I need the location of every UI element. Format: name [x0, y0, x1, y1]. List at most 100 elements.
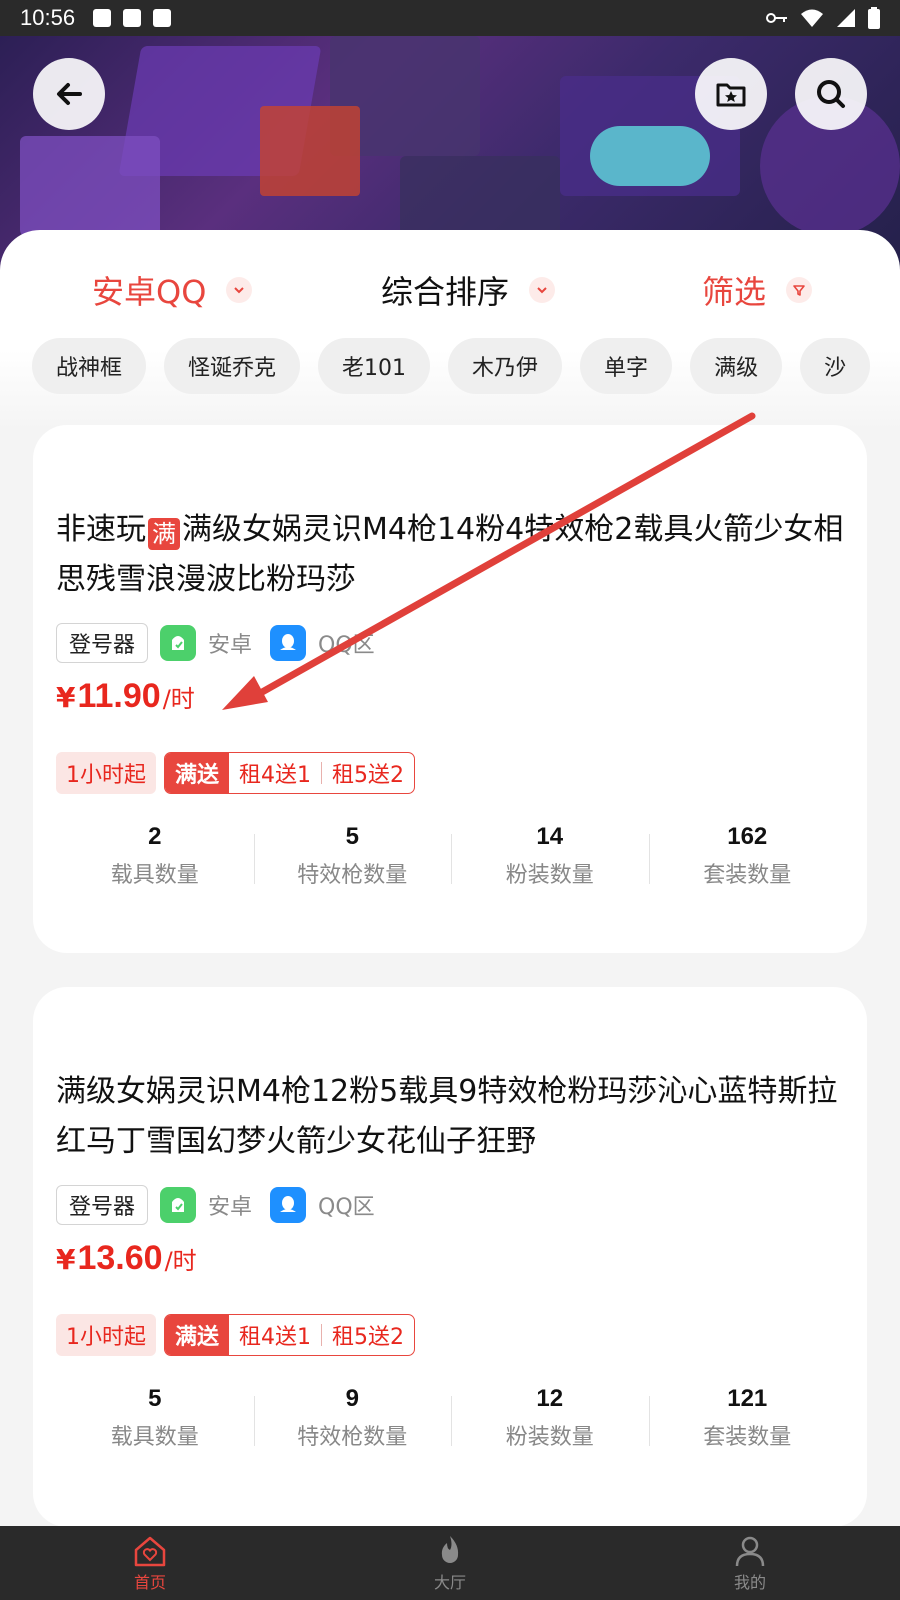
region-text: QQ区 — [318, 1195, 375, 1220]
deal-badge: 满送 租4送1 租5送2 — [164, 752, 416, 794]
stat-label: 套装数量 — [703, 863, 792, 888]
status-bar: 10:56 — [0, 0, 900, 36]
tag-chip[interactable]: 满级 — [690, 338, 783, 394]
nav-profile[interactable]: 我的 — [600, 1526, 900, 1600]
stat-value: 9 — [345, 1385, 359, 1412]
platform-text: 安卓 — [208, 1195, 253, 1220]
stat-value: 14 — [536, 823, 564, 850]
stat-value: 121 — [727, 1385, 768, 1412]
nav-label: 我的 — [733, 1573, 766, 1592]
sort-dropdown[interactable]: 综合排序 — [381, 260, 556, 320]
star-folder-icon — [716, 83, 746, 107]
price-unit: /时 — [162, 685, 195, 713]
listing-title: 非速玩满满级女娲灵识M4枪14粉4特效枪2载具火箭少女相思残雪浪漫波比粉玛莎 — [56, 505, 846, 605]
battery-icon — [868, 7, 880, 29]
sort-label: 综合排序 — [381, 273, 510, 311]
status-notification-icons — [93, 9, 172, 27]
chevron-down-icon — [226, 277, 253, 303]
qq-icon — [270, 1187, 307, 1223]
flame-icon — [441, 1536, 459, 1563]
status-system-icons — [766, 7, 880, 29]
stat-pink-outfits: 14 粉装数量 — [451, 820, 649, 900]
listing-meta: 登号器 安卓 QQ区 — [56, 623, 381, 663]
title-prefix: 非速玩 — [56, 512, 146, 547]
bottom-nav: 首页 大厅 我的 — [0, 1526, 900, 1600]
platform-text: 安卓 — [208, 633, 253, 658]
listing-meta: 登号器 安卓 QQ区 — [56, 1185, 381, 1225]
promo-row: 1小时起 满送 租4送1 租5送2 — [56, 752, 416, 794]
listing-title: 满级女娲灵识M4枪12粉5载具9特效枪粉玛莎沁心蓝特斯拉红马丁雪国幻梦火箭少女花… — [56, 1067, 846, 1167]
price-value: 13.60 — [77, 1239, 163, 1277]
stat-label: 粉装数量 — [505, 863, 594, 888]
stat-label: 特效枪数量 — [297, 863, 408, 888]
tag-chip[interactable]: 木乃伊 — [448, 338, 563, 394]
stat-label: 特效枪数量 — [297, 1425, 408, 1450]
wifi-icon — [801, 9, 823, 27]
tag-chip[interactable]: 怪诞乔克 — [164, 338, 301, 394]
tag-chip[interactable]: 单字 — [580, 338, 673, 394]
stat-label: 套装数量 — [703, 1425, 792, 1450]
chevron-down-icon — [529, 277, 556, 303]
stat-value: 2 — [148, 823, 162, 850]
nav-hall[interactable]: 大厅 — [300, 1526, 600, 1600]
deal-badge: 满送 租4送1 租5送2 — [164, 1314, 416, 1356]
price-currency: ¥ — [56, 681, 76, 714]
listing-card[interactable]: 非速玩满满级女娲灵识M4枪14粉4特效枪2载具火箭少女相思残雪浪漫波比粉玛莎 登… — [33, 425, 867, 953]
min-rental-badge: 1小时起 — [56, 752, 156, 794]
user-icon — [735, 1536, 765, 1567]
price: ¥ 13.60 /时 — [56, 1239, 197, 1285]
platform-dropdown[interactable]: 安卓QQ — [92, 260, 253, 320]
listing-card[interactable]: 满级女娲灵识M4枪12粉5载具9特效枪粉玛莎沁心蓝特斯拉红马丁雪国幻梦火箭少女花… — [33, 987, 867, 1526]
stats-row: 5 载具数量 9 特效枪数量 12 粉装数量 121 套装数量 — [56, 1382, 846, 1462]
stat-label: 载具数量 — [110, 1425, 199, 1450]
android-icon — [160, 1187, 197, 1223]
price-value: 11.90 — [77, 677, 161, 715]
android-icon — [160, 625, 197, 661]
filter-button[interactable]: 筛选 — [702, 260, 813, 320]
tag-chip[interactable]: 战神框 — [32, 338, 147, 394]
title-text: 满级女娲灵识M4枪12粉5载具9特效枪粉玛莎沁心蓝特斯拉红马丁雪国幻梦火箭少女花… — [56, 1074, 838, 1159]
nav-home[interactable]: 首页 — [0, 1526, 300, 1600]
filter-label: 筛选 — [702, 273, 767, 311]
stats-row: 2 载具数量 5 特效枪数量 14 粉装数量 162 套装数量 — [56, 820, 846, 900]
favorites-button[interactable] — [695, 58, 767, 130]
price-currency: ¥ — [56, 1243, 76, 1276]
login-tool-tag: 登号器 — [56, 623, 149, 663]
nav-label: 大厅 — [433, 1573, 466, 1592]
platform-label: 安卓QQ — [92, 273, 207, 311]
shield-notification-icon — [123, 9, 142, 27]
deal-option: 租4送1 — [239, 763, 312, 788]
sort-bar: 安卓QQ 综合排序 筛选 — [0, 260, 900, 320]
full-level-badge: 满 — [148, 518, 180, 550]
deal-option: 租5送2 — [332, 1325, 405, 1350]
text-notification-icon — [153, 9, 172, 27]
stat-label: 载具数量 — [110, 863, 199, 888]
stat-value: 5 — [148, 1385, 162, 1412]
search-button[interactable] — [795, 58, 867, 130]
home-icon — [134, 1536, 166, 1567]
stat-label: 粉装数量 — [505, 1425, 594, 1450]
qq-icon — [270, 625, 307, 661]
tag-list: 战神框 怪诞乔克 老101 木乃伊 单字 满级 沙 — [32, 338, 900, 394]
key-icon — [766, 13, 787, 23]
stat-value: 5 — [345, 823, 359, 850]
stat-suits: 121 套装数量 — [648, 1382, 847, 1462]
back-button[interactable] — [33, 58, 105, 130]
main-content: 安卓QQ 综合排序 筛选 战神框 怪诞乔克 老101 木乃伊 单字 满级 沙 非… — [0, 230, 900, 1526]
tag-chip[interactable]: 老101 — [318, 338, 431, 394]
stat-vehicles: 2 载具数量 — [56, 820, 254, 900]
arrow-left-icon — [57, 83, 82, 105]
search-icon — [817, 80, 845, 108]
stat-effect-guns: 9 特效枪数量 — [253, 1382, 452, 1462]
image-notification-icon — [93, 9, 112, 27]
nav-label: 首页 — [133, 1573, 166, 1592]
stat-suits: 162 套装数量 — [648, 820, 847, 900]
tag-chip[interactable]: 沙 — [800, 338, 871, 394]
filter-icon — [786, 277, 813, 303]
stat-value: 12 — [536, 1385, 564, 1412]
region-text: QQ区 — [318, 633, 375, 658]
price: ¥ 11.90 /时 — [56, 677, 195, 723]
deal-option: 租4送1 — [239, 1325, 312, 1350]
min-rental-badge: 1小时起 — [56, 1314, 156, 1356]
status-time: 10:56 — [20, 5, 76, 30]
